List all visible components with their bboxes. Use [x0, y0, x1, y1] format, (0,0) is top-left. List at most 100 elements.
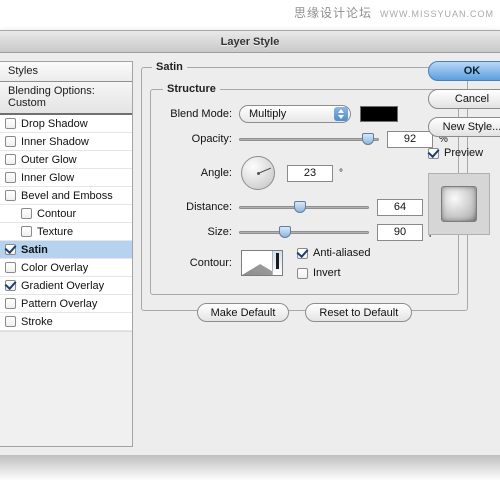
style-item-checkbox[interactable]: [21, 226, 32, 237]
angle-dial-needle: [257, 167, 272, 174]
opacity-slider-track: [239, 138, 379, 141]
style-item-checkbox[interactable]: [5, 298, 16, 309]
style-item-label: Inner Glow: [21, 171, 75, 184]
anti-aliased-checkbox[interactable]: Anti-aliased: [297, 245, 370, 262]
style-item-label: Gradient Overlay: [21, 279, 105, 292]
size-input[interactable]: 90: [377, 223, 423, 241]
angle-dial[interactable]: [241, 156, 275, 190]
satin-group: Satin Structure Blend Mode: Multiply Opa…: [141, 61, 468, 322]
size-slider-knob[interactable]: [278, 226, 291, 238]
invert-label: Invert: [313, 267, 341, 279]
anti-aliased-checkbox-box: [297, 247, 308, 259]
style-list-item[interactable]: Contour: [0, 205, 132, 223]
structure-group-label: Structure: [167, 83, 216, 95]
style-list-item[interactable]: Satin: [0, 241, 132, 259]
actions-column: OK Cancel New Style... Preview: [428, 61, 500, 235]
style-item-label: Bevel and Emboss: [21, 189, 113, 202]
opacity-row: Opacity: 92 %: [161, 128, 448, 150]
style-list-item[interactable]: Bevel and Emboss: [0, 187, 132, 205]
style-list-item[interactable]: Gradient Overlay: [0, 277, 132, 295]
reset-to-default-button[interactable]: Reset to Default: [305, 303, 413, 322]
style-item-label: Pattern Overlay: [21, 297, 98, 310]
style-list-item[interactable]: Outer Glow: [0, 151, 132, 169]
dialog-title: Layer Style: [220, 35, 280, 48]
angle-row: Angle: 23 °: [161, 153, 448, 193]
styles-list: Drop Shadow Inner Shadow Outer Glow Inner G…: [0, 115, 132, 331]
cancel-button[interactable]: Cancel: [428, 89, 500, 109]
distance-input[interactable]: 64: [377, 198, 423, 216]
size-slider[interactable]: [239, 224, 369, 240]
style-item-label: Contour: [37, 207, 77, 220]
distance-label: Distance:: [186, 201, 232, 213]
preview-checkbox[interactable]: Preview: [428, 147, 483, 159]
styles-column: Styles Blending Options: Custom Drop Sha…: [0, 61, 133, 447]
distance-slider-knob[interactable]: [294, 201, 307, 213]
style-item-checkbox[interactable]: [5, 280, 16, 291]
angle-unit: °: [339, 167, 343, 179]
chevron-updown-icon: [334, 107, 348, 121]
layer-style-dialog: Layer Style Styles Blending Options: Cus…: [0, 30, 500, 455]
make-default-button[interactable]: Make Default: [196, 303, 290, 322]
screen: 思缘设计论坛 WWW.MISSYUAN.COM Layer Style Styl…: [0, 0, 500, 500]
satin-color-swatch[interactable]: [360, 106, 398, 122]
style-list-item[interactable]: Stroke: [0, 313, 132, 331]
blending-options-row[interactable]: Blending Options: Custom: [0, 82, 132, 115]
watermark-url-text: WWW.MISSYUAN.COM: [380, 9, 494, 19]
style-item-checkbox[interactable]: [5, 136, 16, 147]
styles-header[interactable]: Styles: [0, 62, 132, 82]
angle-dial-hub: [256, 171, 260, 175]
preview-shape: [441, 186, 477, 222]
contour-marker-icon: [276, 253, 279, 269]
angle-label: Angle:: [200, 167, 232, 179]
style-item-checkbox[interactable]: [5, 244, 16, 255]
style-item-label: Satin: [21, 243, 48, 256]
preview-thumbnail: [428, 173, 490, 235]
opacity-slider-knob[interactable]: [361, 133, 374, 145]
style-item-checkbox[interactable]: [5, 316, 16, 327]
style-list-item[interactable]: Pattern Overlay: [0, 295, 132, 313]
style-item-checkbox[interactable]: [5, 262, 16, 273]
invert-checkbox[interactable]: Invert: [297, 265, 370, 282]
ok-button[interactable]: OK: [428, 61, 500, 81]
style-item-label: Stroke: [21, 315, 53, 328]
new-style-button[interactable]: New Style...: [428, 117, 500, 137]
satin-group-label: Satin: [156, 61, 183, 73]
style-list-item[interactable]: Color Overlay: [0, 259, 132, 277]
distance-slider[interactable]: [239, 199, 369, 215]
style-item-label: Outer Glow: [21, 153, 77, 166]
styles-panel: Styles Blending Options: Custom Drop Sha…: [0, 61, 133, 447]
style-list-item[interactable]: Drop Shadow: [0, 115, 132, 133]
opacity-slider[interactable]: [239, 131, 379, 147]
angle-input[interactable]: 23: [287, 164, 333, 182]
style-item-label: Color Overlay: [21, 261, 89, 274]
style-list-item[interactable]: Inner Shadow: [0, 133, 132, 151]
anti-aliased-label: Anti-aliased: [313, 247, 371, 259]
style-list-item[interactable]: Inner Glow: [0, 169, 132, 187]
dialog-body: Styles Blending Options: Custom Drop Sha…: [0, 53, 500, 455]
contour-preset-thumbnail[interactable]: [241, 250, 283, 276]
blend-mode-select[interactable]: Multiply: [239, 105, 351, 123]
blend-mode-value: Multiply: [249, 108, 287, 120]
blend-mode-row: Blend Mode: Multiply: [161, 103, 448, 125]
invert-checkbox-box: [297, 267, 308, 279]
preview-checkbox-box: [428, 147, 439, 159]
style-item-checkbox[interactable]: [5, 172, 16, 183]
settings-column: Satin Structure Blend Mode: Multiply Opa…: [141, 61, 468, 447]
watermark-cn-text: 思缘设计论坛: [293, 6, 372, 20]
style-item-checkbox[interactable]: [5, 190, 16, 201]
style-item-checkbox[interactable]: [5, 154, 16, 165]
style-item-checkbox[interactable]: [21, 208, 32, 219]
distance-row: Distance: 64 px: [161, 196, 448, 218]
blend-mode-label: Blend Mode:: [170, 108, 232, 120]
defaults-button-row: Make Default Reset to Default: [150, 303, 459, 322]
styles-list-filler: [0, 331, 132, 446]
opacity-input[interactable]: 92: [387, 130, 433, 148]
style-list-item[interactable]: Texture: [0, 223, 132, 241]
contour-row: Contour: Anti-aliased Invert: [161, 247, 448, 279]
style-item-label: Inner Shadow: [21, 135, 89, 148]
style-item-checkbox[interactable]: [5, 118, 16, 129]
dialog-titlebar[interactable]: Layer Style: [0, 31, 500, 53]
watermark: 思缘设计论坛 WWW.MISSYUAN.COM: [294, 4, 494, 21]
size-slider-track: [239, 231, 369, 234]
style-item-label: Texture: [37, 225, 74, 238]
